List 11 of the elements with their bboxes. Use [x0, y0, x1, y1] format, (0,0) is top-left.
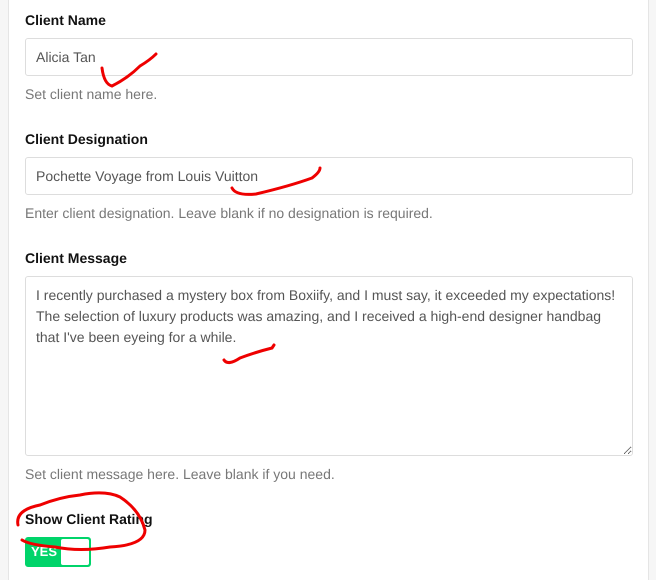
field-label: Client Message — [25, 250, 127, 267]
field-label: Client Designation — [25, 131, 148, 148]
field-label: Client Name — [25, 12, 106, 29]
check-mark — [100, 52, 158, 88]
message-field[interactable]: I recently purchased a mystery box from Boxiify, and I must say, it exceeded my expectations! The selection of luxury products was amazing, and I received a high-end designer handbag that I've been eyeing for a while. — [25, 276, 633, 456]
text-field[interactable]: Pochette Voyage from Louis Vuitton — [25, 157, 633, 195]
help-text: Set client name here. — [25, 86, 158, 103]
help-text: Enter client designation. Leave blank if no designation is required. — [25, 205, 433, 222]
check-mark — [222, 344, 276, 364]
help-text: Set client message here. Leave blank if you need. — [25, 466, 335, 483]
text-field[interactable]: Alicia Tan — [25, 38, 633, 76]
